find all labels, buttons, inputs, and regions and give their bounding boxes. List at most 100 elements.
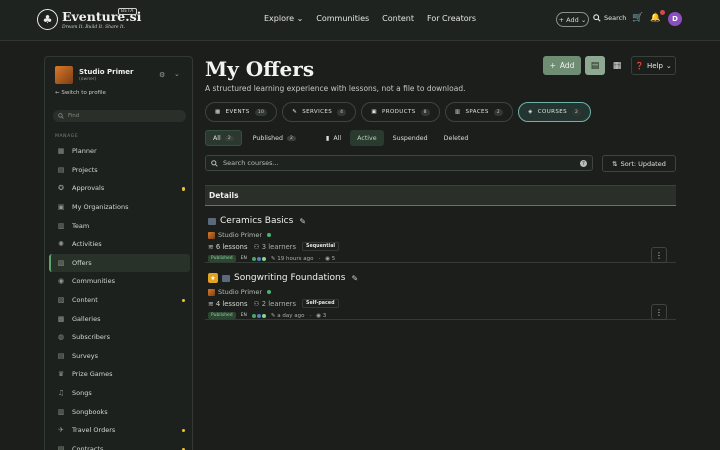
survey-icon: ▤ bbox=[57, 351, 65, 360]
sidebar-item-team[interactable]: ▥ Team bbox=[49, 216, 190, 235]
sidebar-item-prize-games[interactable]: ♛ Prize Games bbox=[49, 365, 190, 384]
table-row[interactable]: ★ Songwriting Foundations ✎ Studio Primer ≋ … bbox=[205, 263, 676, 320]
sidebar-item-content[interactable]: ▧ Content bbox=[49, 291, 190, 310]
sidebar-item-approvals[interactable]: ✪ Approvals bbox=[49, 179, 190, 198]
sidebar-item-contracts[interactable]: ▤ Contracts bbox=[49, 440, 190, 450]
sidebar-filter-input[interactable]: Find bbox=[53, 110, 186, 122]
question-icon: ❓ bbox=[635, 61, 644, 70]
space-icon: ▥ bbox=[454, 109, 461, 115]
filter-label: Deleted bbox=[443, 134, 469, 142]
sidebar-item-label: Activities bbox=[72, 240, 102, 249]
top-search-button[interactable]: Search bbox=[593, 14, 626, 22]
table-header: Details bbox=[205, 185, 676, 206]
tab-products[interactable]: ▣ PRODUCTS 8 bbox=[361, 102, 440, 122]
bookmark-icon: ▮ bbox=[325, 134, 330, 142]
course-name[interactable]: Songwriting Foundations bbox=[234, 273, 345, 283]
content-icon: ▧ bbox=[57, 296, 65, 305]
course-search-input[interactable]: Search courses... ? bbox=[205, 155, 593, 171]
learners-count: ⚇ 3 learners bbox=[253, 242, 297, 251]
tab-label: COURSES bbox=[537, 109, 568, 115]
nav-for-creators[interactable]: For Creators bbox=[427, 14, 476, 23]
sidebar-item-label: Songs bbox=[72, 389, 92, 398]
course-name[interactable]: Ceramics Basics bbox=[220, 216, 293, 226]
tab-count: 8 bbox=[420, 108, 430, 116]
nav-communities[interactable]: Communities bbox=[316, 14, 369, 23]
help-circle-icon[interactable]: ? bbox=[580, 160, 587, 167]
list-view-button[interactable]: ▤ bbox=[585, 56, 605, 75]
users-icon: ⚇ bbox=[253, 299, 260, 308]
tab-courses[interactable]: ◈ COURSES 2 bbox=[518, 102, 592, 122]
tab-services[interactable]: ✎ SERVICES 4 bbox=[282, 102, 357, 122]
help-button[interactable]: ❓ Help ⌄ bbox=[631, 56, 676, 75]
language-flags bbox=[251, 256, 266, 261]
filter-count: 2 bbox=[224, 135, 234, 141]
nav-explore[interactable]: Explore ⌄ bbox=[264, 14, 303, 23]
sidebar-item-surveys[interactable]: ▤ Surveys bbox=[49, 347, 190, 366]
cart-icon[interactable]: 🛒 bbox=[632, 13, 643, 23]
attention-dot bbox=[181, 187, 185, 191]
switch-to-profile-link[interactable]: ← Switch to profile bbox=[55, 90, 106, 96]
beta-badge: BETA bbox=[118, 8, 137, 15]
attention-dot bbox=[181, 298, 185, 303]
tab-spaces[interactable]: ▥ SPACES 2 bbox=[444, 102, 514, 122]
contract-icon: ▤ bbox=[57, 444, 65, 450]
grid-view-button[interactable]: ▦ bbox=[607, 56, 627, 75]
studio-avatar bbox=[55, 66, 73, 84]
main-nav: Explore ⌄ Communities Content For Creato… bbox=[264, 14, 476, 23]
sidebar-item-galleries[interactable]: ▩ Galleries bbox=[49, 309, 190, 328]
status-filter-all[interactable]: ▮ All bbox=[319, 130, 348, 146]
sidebar-item-my-organizations[interactable]: ▣ My Organizations bbox=[49, 198, 190, 217]
sidebar-item-planner[interactable]: ▦ Planner bbox=[49, 142, 190, 161]
status-filter-suspended[interactable]: Suspended bbox=[386, 130, 435, 146]
sidebar-item-label: Planner bbox=[72, 147, 97, 156]
offer-type-tabs: ▦ EVENTS 10 ✎ SERVICES 4 ▣ PRODUCTS 8 ▥ SPACES 2 ◈ CO… bbox=[205, 102, 592, 122]
sidebar-item-label: Offers bbox=[72, 258, 92, 267]
sidebar-item-songbooks[interactable]: ▥ Songbooks bbox=[49, 402, 190, 421]
sidebar-item-communities[interactable]: ◉ Communities bbox=[49, 272, 190, 291]
filter-bar: All 2 Published 2 ▮ All Active Suspended Delete… bbox=[205, 130, 475, 146]
bell-icon[interactable]: 🔔 bbox=[650, 13, 661, 23]
edit-icon[interactable]: ✎ bbox=[299, 217, 306, 226]
sidebar-item-label: Galleries bbox=[72, 314, 101, 323]
sidebar-item-activities[interactable]: ✺ Activities bbox=[49, 235, 190, 254]
page-title: My Offers bbox=[205, 57, 315, 81]
online-indicator bbox=[267, 233, 272, 237]
star-icon[interactable]: ★ bbox=[208, 273, 218, 283]
filter-all[interactable]: All 2 bbox=[205, 130, 242, 146]
brand-logo[interactable]: ♣ Eventure.si Dream It. Build It. Share … bbox=[37, 8, 141, 30]
row-menu-button[interactable]: ⋮ bbox=[651, 247, 667, 263]
grid-view-icon: ▦ bbox=[612, 60, 622, 71]
filter-label: All bbox=[213, 134, 221, 142]
sidebar-item-offers[interactable]: ▨ Offers bbox=[49, 253, 190, 273]
chevron-down-icon[interactable]: ⌄ bbox=[174, 70, 180, 78]
top-add-button[interactable]: + Add ⌄ bbox=[556, 12, 589, 27]
tab-events[interactable]: ▦ EVENTS 10 bbox=[205, 102, 278, 122]
filter-label: Published bbox=[252, 134, 284, 142]
edit-icon[interactable]: ✎ bbox=[351, 274, 358, 283]
gear-icon[interactable]: ⚙ bbox=[159, 71, 165, 79]
sidebar-item-label: Prize Games bbox=[72, 370, 113, 379]
organization-icon: ▣ bbox=[57, 203, 65, 212]
studio-switcher[interactable]: Studio Primer (owner) bbox=[55, 66, 134, 84]
sort-button[interactable]: ⇅ Sort: Updated bbox=[602, 155, 676, 172]
sidebar-item-label: Communities bbox=[72, 277, 115, 286]
chevron-down-icon: ⌄ bbox=[296, 14, 304, 23]
nav-content[interactable]: Content bbox=[382, 14, 414, 23]
sidebar-item-travel-orders[interactable]: ✈ Travel Orders bbox=[49, 421, 190, 440]
row-menu-button[interactable]: ⋮ bbox=[651, 304, 667, 320]
table-row[interactable]: Ceramics Basics ✎ Studio Primer ≋ 6 lessons… bbox=[205, 206, 676, 263]
sort-icon: ⇅ bbox=[612, 159, 618, 168]
chevron-down-icon: ⌄ bbox=[580, 15, 587, 24]
add-offer-button[interactable]: + Add bbox=[543, 56, 581, 75]
sidebar-item-songs[interactable]: ♫ Songs bbox=[49, 384, 190, 403]
sidebar-item-label: Projects bbox=[72, 165, 98, 174]
tree-logo-icon: ♣ bbox=[37, 9, 58, 30]
status-filter-deleted[interactable]: Deleted bbox=[437, 130, 476, 146]
sidebar: Studio Primer (owner) ⚙ ⌄ ← Switch to pr… bbox=[44, 56, 193, 450]
avatar[interactable]: D bbox=[668, 12, 682, 26]
table-body: Ceramics Basics ✎ Studio Primer ≋ 6 lessons… bbox=[205, 206, 676, 320]
status-filter-active[interactable]: Active bbox=[350, 130, 384, 146]
sidebar-item-subscribers[interactable]: ◍ Subscribers bbox=[49, 328, 190, 347]
filter-published[interactable]: Published 2 bbox=[246, 130, 303, 146]
sidebar-item-projects[interactable]: ▤ Projects bbox=[49, 161, 190, 180]
